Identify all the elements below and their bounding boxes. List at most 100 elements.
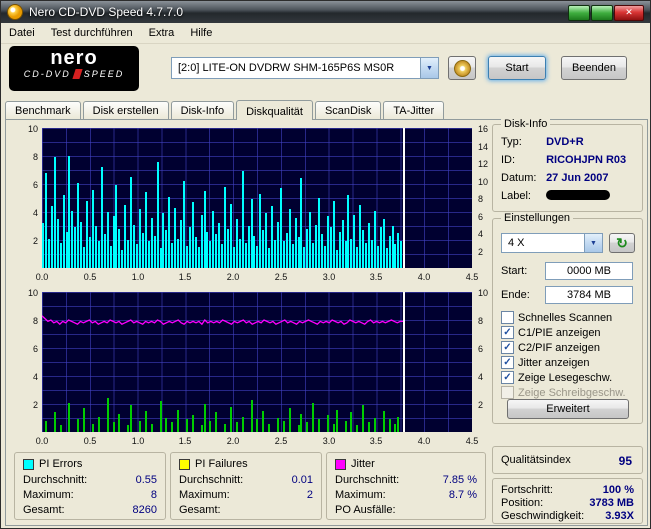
progress-row: Fortschritt: 100 % [501,484,634,496]
quit-button[interactable]: Beenden [561,56,627,80]
settings-groupbox: Einstellungen 4 X ▼ ↻ Start: Ende: ✓ Sch… [492,218,643,424]
jitter-stats-box: Jitter Durchschnitt:7.85 % Maximum:8.7 %… [326,452,486,520]
menu-item-datei[interactable]: Datei [1,24,43,42]
checkbox-zeige-schreibgeschw[interactable]: ✓ Zeige Schreibgeschw. [501,386,626,399]
tab-disk-erstellen[interactable]: Disk erstellen [83,101,169,119]
stat-row: Durchschnitt:7.85 % [335,474,477,486]
tab-benchmark[interactable]: Benchmark [5,101,81,119]
start-position-label: Start: [501,265,527,277]
speed-select[interactable]: 4 X ▼ [501,233,603,253]
speed-value: 3.93X [605,510,634,522]
disk-id-row: ID: RICOHJPN R03 [501,154,626,166]
tab-ta-jitter[interactable]: TA-Jitter [383,101,444,119]
quality-index-value: 95 [619,454,632,468]
settings-title: Einstellungen [501,212,573,224]
checkbox-box: ✓ [501,386,514,399]
redacted-label [546,190,610,200]
toolbar: nero CD-DVD SPEED [2:0] LITE-ON DVDRW SH… [1,43,650,97]
window-title: Nero CD-DVD Speed 4.7.7.0 [29,5,183,19]
refresh-icon: ↻ [616,236,628,250]
disk-id-value: RICOHJPN R03 [546,154,626,166]
drive-select-value: [2:0] LITE-ON DVDRW SHM-165P6S MS0R [172,62,420,74]
checkbox-schnelles-scannen[interactable]: ✓ Schnelles Scannen [501,311,612,324]
refresh-button[interactable]: ↻ [609,233,635,253]
check-icon: ✓ [503,373,511,383]
tab-strip: Benchmark Disk erstellen Disk-Info Diskq… [5,97,446,119]
stat-row: Gesamt: [179,504,313,516]
disk-info-groupbox: Disk-Info Typ: DVD+R ID: RICOHJPN R03 Da… [492,124,643,212]
checkbox-box: ✓ [501,356,514,369]
disc-info-button[interactable] [448,56,476,80]
pi-failures-stats-box: PI Failures Durchschnitt:0.01 Maximum:2 … [170,452,322,520]
tab-diskqualitaet[interactable]: Diskqualität [236,100,313,120]
speed-select-value: 4 X [502,237,584,249]
pi-failures-stats-header: PI Failures [179,458,248,470]
checkbox-box: ✓ [501,341,514,354]
stat-row: Gesamt:8260 [23,504,157,516]
jitter-chart [42,292,472,432]
title-bar: Nero CD-DVD Speed 4.7.7.0 ✕ [1,1,650,23]
end-position-input[interactable] [545,286,633,304]
disk-type-value: DVD+R [546,136,584,148]
quality-index-label: Qualitätsindex [501,454,571,466]
menu-bar: Datei Test durchführen Extra Hilfe [1,23,650,44]
disk-date-value: 27 Jun 2007 [546,172,608,184]
checkbox-box: ✓ [501,326,514,339]
stat-row: PO Ausfälle: [335,504,477,516]
pi-errors-chart-left-axis: 108642 [14,128,40,268]
jitter-stats-header: Jitter [335,458,375,470]
stat-row: Maximum:8 [23,489,157,501]
stat-row: Durchschnitt:0.55 [23,474,157,486]
position-row: Position: 3783 MB [501,497,634,509]
checkbox-c2-pif-anzeigen[interactable]: ✓ C2/PIF anzeigen [501,341,600,354]
stat-row: Maximum:2 [179,489,313,501]
chevron-down-icon[interactable]: ▼ [584,234,602,252]
pi-errors-chart [42,128,472,268]
quality-index-row: Qualitätsindex 95 [501,454,632,468]
minimize-button[interactable] [568,5,590,21]
checkbox-zeige-lesegeschw[interactable]: ✓ Zeige Lesegeschw. [501,371,612,384]
app-icon [7,4,23,20]
checkbox-jitter-anzeigen[interactable]: ✓ Jitter anzeigen [501,356,590,369]
close-icon: ✕ [625,7,633,17]
check-icon: ✓ [503,358,511,368]
check-icon: ✓ [503,328,511,338]
maximize-button[interactable] [591,5,613,21]
disk-info-title: Disk-Info [501,118,550,130]
disk-label-row: Label: [501,190,610,202]
pi-failures-swatch [179,459,190,470]
disk-type-row: Typ: DVD+R [501,136,584,148]
menu-item-hilfe[interactable]: Hilfe [182,24,220,42]
nero-logo: nero CD-DVD SPEED [9,46,139,91]
pi-errors-chart-x-axis: 0.00.51.01.52.02.53.03.54.04.5 [42,271,472,283]
checkbox-box: ✓ [501,371,514,384]
logo-bolt-icon [72,69,82,79]
checkbox-box: ✓ [501,311,514,324]
logo-text-cddvd: CD-DVD [24,69,71,79]
menu-item-test-durchfuehren[interactable]: Test durchführen [43,24,141,42]
advanced-button[interactable]: Erweitert [507,399,629,419]
pi-errors-swatch [23,459,34,470]
menu-item-extra[interactable]: Extra [141,24,183,42]
tab-scandisk[interactable]: ScanDisk [315,101,381,119]
diskqualitaet-tab-page: 108642 161412108642 0.00.51.01.52.02.53.… [5,119,648,526]
stat-row: Durchschnitt:0.01 [179,474,313,486]
quality-index-box: Qualitätsindex 95 [492,446,643,474]
disc-icon [454,60,471,77]
drive-select[interactable]: [2:0] LITE-ON DVDRW SHM-165P6S MS0R ▼ [171,57,439,79]
app-window: Nero CD-DVD Speed 4.7.7.0 ✕ Datei Test d… [0,0,651,529]
start-button[interactable]: Start [488,56,546,80]
pi-errors-stats-header: PI Errors [23,458,82,470]
tab-disk-info[interactable]: Disk-Info [171,101,234,119]
jitter-chart-left-axis: 108642 [14,292,40,432]
disk-date-row: Datum: 27 Jun 2007 [501,172,608,184]
start-position-input[interactable] [545,262,633,280]
stat-row: Maximum:8.7 % [335,489,477,501]
chevron-down-icon[interactable]: ▼ [420,58,438,78]
end-position-label: Ende: [501,289,530,301]
checkbox-c1-pie-anzeigen[interactable]: ✓ C1/PIE anzeigen [501,326,601,339]
close-button[interactable]: ✕ [614,5,644,21]
logo-text-nero: nero [9,47,139,69]
position-value: 3783 MB [589,497,634,509]
check-icon: ✓ [503,343,511,353]
